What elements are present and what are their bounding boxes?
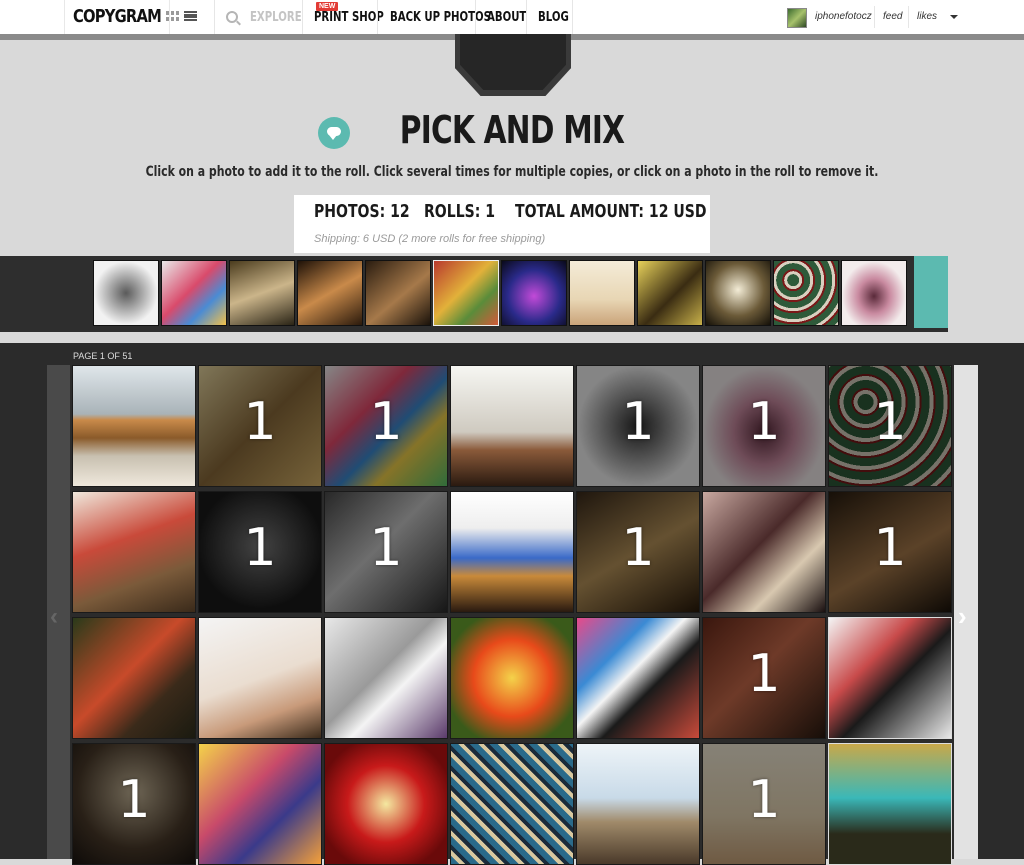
grid-photo[interactable] <box>702 491 826 613</box>
search-icon[interactable] <box>226 11 238 23</box>
grid-photo[interactable]: 1 <box>828 365 952 487</box>
grid-photo[interactable] <box>450 743 574 865</box>
grid-photo[interactable]: 1 <box>324 365 448 487</box>
explore-link[interactable]: EXPLORE <box>250 0 302 34</box>
grid-photo[interactable] <box>576 743 700 865</box>
grid-photo[interactable]: 1 <box>198 365 322 487</box>
blog-link[interactable]: BLOG <box>538 0 569 34</box>
chevron-right-icon[interactable]: › <box>958 603 976 629</box>
grid-photo[interactable]: 1 <box>198 491 322 613</box>
grid-photo[interactable] <box>198 617 322 739</box>
photo-copy-count: 1 <box>621 392 655 452</box>
feed-link[interactable]: feed <box>883 11 902 22</box>
photo-copy-count: 1 <box>369 518 403 578</box>
nav-separator <box>908 6 909 28</box>
photo-copy-count: 1 <box>243 392 277 452</box>
header-octagon-inner <box>460 34 566 90</box>
roll-photo[interactable] <box>433 260 499 326</box>
roll-photo[interactable] <box>501 260 567 326</box>
likes-link[interactable]: likes <box>917 11 937 22</box>
grid-photo[interactable] <box>828 743 952 865</box>
nav-separator <box>377 0 378 34</box>
grid-photo[interactable]: 1 <box>576 365 700 487</box>
view-toggle <box>166 11 197 23</box>
shipping-note: Shipping: 6 USD (2 more rolls for free s… <box>314 233 546 245</box>
photo-copy-count: 1 <box>873 392 907 452</box>
roll-end-cap <box>914 256 948 328</box>
grid-photo[interactable] <box>324 743 448 865</box>
grid-photo[interactable] <box>324 617 448 739</box>
page-title: PICK AND MIX <box>399 108 625 152</box>
rolls-count: ROLLS: 1 <box>424 201 496 222</box>
grid-photo[interactable]: 1 <box>828 491 952 613</box>
nav-separator <box>572 0 573 34</box>
about-link[interactable]: ABOUT <box>487 0 526 34</box>
roll-photo[interactable] <box>365 260 431 326</box>
chevron-left-icon[interactable]: ‹ <box>50 605 66 629</box>
photo-copy-count: 1 <box>873 518 907 578</box>
grid-photo[interactable] <box>450 617 574 739</box>
user-avatar[interactable] <box>787 8 807 28</box>
print-shop-link[interactable]: PRINT SHOP <box>314 0 384 34</box>
roll-photo[interactable] <box>637 260 703 326</box>
photo-copy-count: 1 <box>621 518 655 578</box>
grid-photo[interactable] <box>576 617 700 739</box>
nav-separator <box>214 0 215 34</box>
grid-photo[interactable]: 1 <box>702 365 826 487</box>
grid-photo[interactable] <box>198 743 322 865</box>
roll-photo[interactable] <box>569 260 635 326</box>
photo-copy-count: 1 <box>369 392 403 452</box>
roll-photo[interactable] <box>297 260 363 326</box>
grid-photo[interactable]: 1 <box>702 743 826 865</box>
user-menu-caret-icon[interactable] <box>950 15 958 19</box>
username-link[interactable]: iphonefotocz <box>815 11 872 22</box>
nav-separator <box>302 0 303 34</box>
roll-photo[interactable] <box>161 260 227 326</box>
photo-copy-count: 1 <box>243 518 277 578</box>
grid-photo[interactable] <box>828 617 952 739</box>
photo-copy-count: 1 <box>747 770 781 830</box>
grid-photo[interactable]: 1 <box>324 491 448 613</box>
list-view-icon[interactable] <box>184 11 197 21</box>
grid-photo[interactable] <box>72 617 196 739</box>
roll-photo[interactable] <box>773 260 839 326</box>
grid-photo[interactable] <box>72 491 196 613</box>
grid-photo[interactable]: 1 <box>72 743 196 865</box>
grid-photo[interactable]: 1 <box>702 617 826 739</box>
grid-photo[interactable] <box>450 491 574 613</box>
page-indicator: PAGE 1 OF 51 <box>73 351 133 361</box>
grid-photo[interactable] <box>72 365 196 487</box>
photo-copy-count: 1 <box>747 392 781 452</box>
photos-count: PHOTOS: 12 <box>314 201 410 222</box>
order-summary: PHOTOS: 12 ROLLS: 1 TOTAL AMOUNT: 12 USD… <box>294 195 710 253</box>
nav-separator <box>526 0 527 34</box>
roll-photo[interactable] <box>841 260 907 326</box>
total-amount: TOTAL AMOUNT: 12 USD <box>515 201 707 222</box>
grid-view-icon[interactable] <box>166 11 179 21</box>
grid-photo[interactable] <box>450 365 574 487</box>
roll-photo[interactable] <box>229 260 295 326</box>
nav-separator <box>475 0 476 34</box>
nav-separator <box>874 6 875 28</box>
instructions-text: Click on a photo to add it to the roll. … <box>145 164 879 180</box>
photo-copy-count: 1 <box>117 770 151 830</box>
roll-photo[interactable] <box>93 260 159 326</box>
roll-photo[interactable] <box>705 260 771 326</box>
copygram-logo[interactable]: COPYGRAM <box>64 0 170 34</box>
grid-photo[interactable]: 1 <box>576 491 700 613</box>
photo-copy-count: 1 <box>747 644 781 704</box>
